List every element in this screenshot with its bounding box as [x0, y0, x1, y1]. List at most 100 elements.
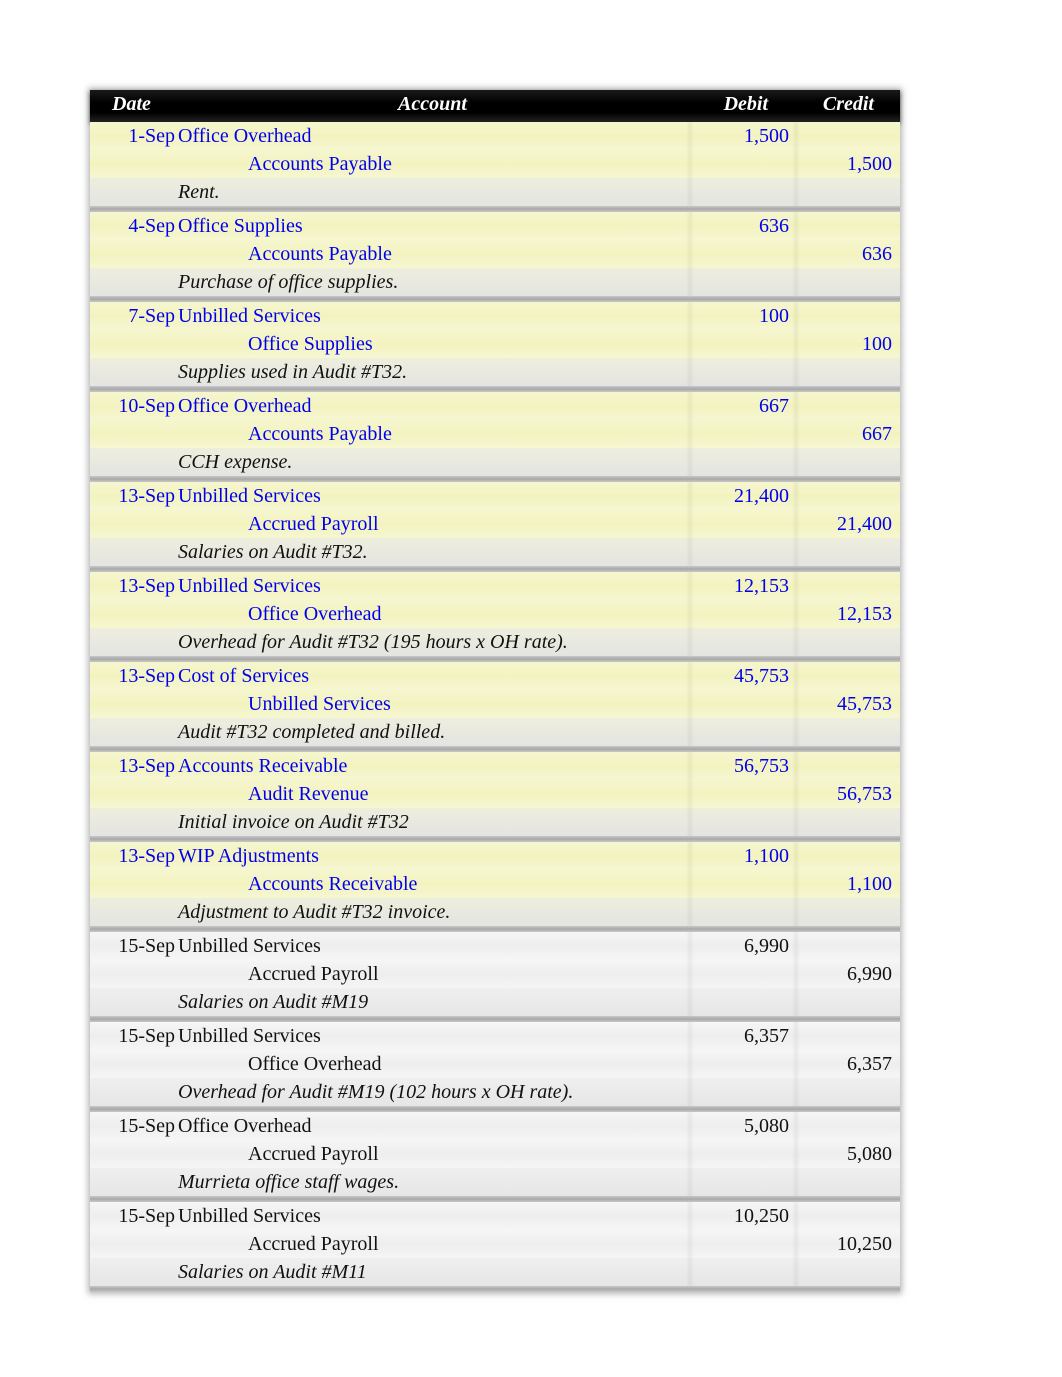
credit-amount: 100 [862, 333, 892, 355]
column-divider [792, 690, 800, 718]
column-divider [792, 780, 800, 808]
debit-amount: 21,400 [734, 485, 789, 507]
column-divider [686, 420, 694, 448]
memo-line: Initial invoice on Audit #T32 [90, 808, 900, 836]
journal-entry: 4-Sep Office Supplies 636 Accounts Payab… [90, 212, 900, 302]
credit-amount: 6,357 [847, 1053, 892, 1075]
column-divider [686, 932, 694, 960]
entry-date: 4-Sep [128, 215, 175, 237]
column-divider [792, 538, 800, 566]
column-divider [686, 1258, 694, 1286]
column-divider [686, 122, 694, 150]
entry-memo: Murrieta office staff wages. [178, 1171, 400, 1193]
column-divider [686, 510, 694, 538]
column-divider [686, 1168, 694, 1196]
column-divider [686, 600, 694, 628]
debit-line: 15-Sep Unbilled Services 6,990 [90, 932, 900, 960]
column-divider [686, 150, 694, 178]
column-divider [686, 212, 694, 240]
debit-line: 13-Sep Unbilled Services 12,153 [90, 572, 900, 600]
credit-amount: 6,990 [847, 963, 892, 985]
debit-account: Office Overhead [178, 395, 312, 417]
column-divider [686, 690, 694, 718]
debit-line: 15-Sep Office Overhead 5,080 [90, 1112, 900, 1140]
debit-account: Accounts Receivable [178, 755, 348, 777]
column-divider [792, 1078, 800, 1106]
journal-entry: 13-Sep Unbilled Services 21,400 Accrued … [90, 482, 900, 572]
debit-amount: 1,500 [744, 125, 789, 147]
memo-line: CCH expense. [90, 448, 900, 476]
header-credit: Credit [822, 93, 874, 115]
credit-account: Audit Revenue [248, 783, 369, 805]
credit-amount: 1,100 [847, 873, 892, 895]
header-account: Account [398, 93, 467, 115]
column-divider [792, 268, 800, 296]
debit-line: 13-Sep Accounts Receivable 56,753 [90, 752, 900, 780]
credit-amount: 10,250 [837, 1233, 892, 1255]
column-divider [792, 752, 800, 780]
debit-amount: 5,080 [744, 1115, 789, 1137]
column-divider [686, 988, 694, 1016]
credit-account: Accounts Payable [248, 423, 392, 445]
debit-amount: 100 [759, 305, 789, 327]
credit-account: Office Supplies [248, 333, 373, 355]
column-divider [686, 842, 694, 870]
debit-amount: 56,753 [734, 755, 789, 777]
debit-account: WIP Adjustments [178, 845, 319, 867]
credit-line: Office Overhead 6,357 [90, 1050, 900, 1078]
entry-date: 13-Sep [118, 485, 175, 507]
entry-memo: Audit #T32 completed and billed. [178, 721, 446, 743]
column-divider [792, 448, 800, 476]
column-divider [792, 808, 800, 836]
debit-line: 1-Sep Office Overhead 1,500 [90, 122, 900, 150]
column-divider [686, 1112, 694, 1140]
memo-line: Overhead for Audit #T32 (195 hours x OH … [90, 628, 900, 656]
memo-line: Salaries on Audit #T32. [90, 538, 900, 566]
header-date: Date [112, 93, 151, 115]
header-debit: Debit [723, 93, 768, 115]
journal-entry: 7-Sep Unbilled Services 100 Office Suppl… [90, 302, 900, 392]
debit-account: Unbilled Services [178, 305, 321, 327]
column-divider [686, 1140, 694, 1168]
column-divider [686, 628, 694, 656]
column-divider [686, 178, 694, 206]
column-divider [792, 302, 800, 330]
debit-amount: 667 [759, 395, 789, 417]
debit-amount: 12,153 [734, 575, 789, 597]
column-divider [686, 1230, 694, 1258]
entry-date: 13-Sep [118, 665, 175, 687]
credit-account: Accrued Payroll [248, 513, 379, 535]
column-divider [792, 572, 800, 600]
column-divider [686, 330, 694, 358]
column-divider [686, 1022, 694, 1050]
debit-amount: 45,753 [734, 665, 789, 687]
debit-account: Unbilled Services [178, 1025, 321, 1047]
memo-line: Audit #T32 completed and billed. [90, 718, 900, 746]
entry-memo: Salaries on Audit #M11 [178, 1261, 367, 1283]
column-divider [792, 1230, 800, 1258]
credit-account: Office Overhead [248, 1053, 382, 1075]
credit-amount: 667 [862, 423, 892, 445]
entry-memo: Initial invoice on Audit #T32 [178, 811, 409, 833]
entry-memo: Purchase of office supplies. [178, 271, 399, 293]
credit-amount: 636 [862, 243, 892, 265]
column-divider [792, 240, 800, 268]
memo-line: Rent. [90, 178, 900, 206]
credit-line: Audit Revenue 56,753 [90, 780, 900, 808]
debit-account: Office Supplies [178, 215, 303, 237]
column-divider [686, 808, 694, 836]
entry-memo: Supplies used in Audit #T32. [178, 361, 408, 383]
credit-amount: 12,153 [837, 603, 892, 625]
journal-entry: 13-Sep Unbilled Services 12,153 Office O… [90, 572, 900, 662]
column-divider [792, 960, 800, 988]
memo-line: Salaries on Audit #M19 [90, 988, 900, 1016]
entry-date: 13-Sep [118, 575, 175, 597]
credit-line: Unbilled Services 45,753 [90, 690, 900, 718]
journal-entry: 1-Sep Office Overhead 1,500 Accounts Pay… [90, 122, 900, 212]
column-divider [686, 1050, 694, 1078]
debit-line: 7-Sep Unbilled Services 100 [90, 302, 900, 330]
entry-memo: CCH expense. [178, 451, 293, 473]
entry-memo: Salaries on Audit #M19 [178, 991, 369, 1013]
credit-amount: 1,500 [847, 153, 892, 175]
entry-date: 15-Sep [118, 935, 175, 957]
